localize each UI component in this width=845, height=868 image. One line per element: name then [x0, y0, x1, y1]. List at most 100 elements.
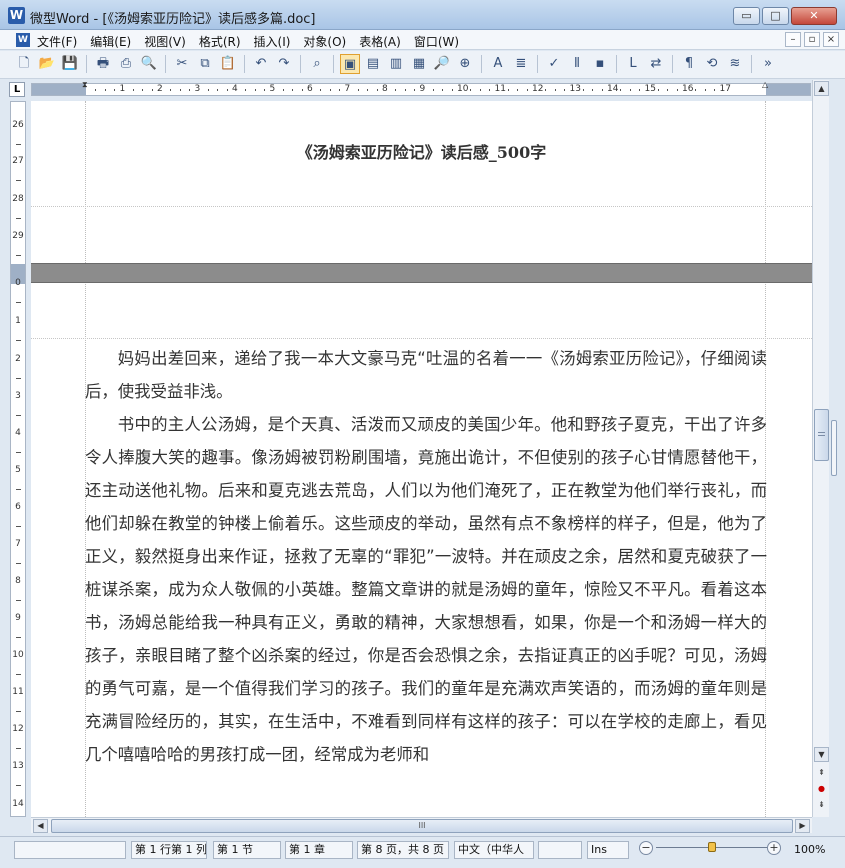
scroll-down-arrow[interactable]: ▼ — [814, 747, 829, 762]
ruler-number: 10 — [457, 84, 469, 94]
menu-items: 文件(F) 编辑(E) 视图(V) 格式(R) 插入(I) 对象(O) 表格(A… — [37, 33, 459, 50]
save-icon[interactable]: 💾 — [60, 54, 80, 74]
print-preview-icon[interactable]: 🔍 — [139, 54, 159, 74]
ruler-number: 2 — [157, 84, 163, 94]
ruler-number: 5 — [15, 465, 21, 475]
paragraph-mark-icon[interactable]: ¶ — [679, 54, 699, 74]
ruler-tick — [114, 89, 116, 91]
menu-file[interactable]: 文件(F) — [37, 33, 77, 50]
copy-icon[interactable]: ⧉ — [195, 54, 215, 74]
ruler-tick — [629, 89, 631, 91]
split-handle[interactable] — [831, 420, 837, 476]
ruler-number: 6 — [15, 502, 21, 512]
new-icon[interactable]: 🗋 — [14, 54, 34, 74]
scroll-left-arrow[interactable]: ◀ — [33, 819, 48, 833]
window-controls: ▭ □ ✕ — [733, 7, 837, 25]
menu-table[interactable]: 表格(A) — [359, 33, 401, 50]
zoom-in-button[interactable]: + — [767, 841, 781, 855]
vertical-scrollbar[interactable]: ▲ ▼ ⇞ ● ⇟ — [812, 80, 829, 817]
view-web-icon[interactable]: ▤ — [363, 54, 383, 74]
ruler-tick — [16, 255, 21, 256]
doc-close-button[interactable]: × — [823, 32, 839, 47]
spell-check-icon[interactable]: ✓ — [544, 54, 564, 74]
ruler-tick — [507, 89, 509, 91]
menu-object[interactable]: 对象(O) — [303, 33, 346, 50]
menu-insert[interactable]: 插入(I) — [254, 33, 291, 50]
replace-icon[interactable]: ⇄ — [646, 54, 666, 74]
paragraph[interactable]: 妈妈出差回来，递给了我一本大文豪马克“吐温的名着一一《汤姆索亚历险记》，仔细阅读… — [85, 342, 767, 408]
ruler-number: 4 — [15, 428, 21, 438]
more-icon[interactable]: » — [758, 54, 778, 74]
ruler-tick — [16, 489, 21, 490]
close-button[interactable]: ✕ — [791, 7, 837, 25]
ruler-tick — [404, 89, 406, 91]
cut-icon[interactable]: ✂ — [172, 54, 192, 74]
text-boundary-top — [31, 338, 812, 339]
paragraph[interactable]: 书中的主人公汤姆，是个天真、活泼而又顽皮的美国少年。他和野孩子夏克，干出了许多令… — [85, 408, 767, 771]
menu-edit[interactable]: 编辑(E) — [90, 33, 131, 50]
document-body[interactable]: 妈妈出差回来，递给了我一本大文豪马克“吐温的名着一一《汤姆索亚历险记》，仔细阅读… — [85, 342, 767, 771]
scroll-up-arrow[interactable]: ▲ — [814, 81, 829, 96]
menu-window[interactable]: 窗口(W) — [414, 33, 459, 50]
shadow-icon[interactable]: ▪ — [590, 54, 610, 74]
menu-format[interactable]: 格式(R) — [199, 33, 241, 50]
ruler-tick — [264, 89, 266, 91]
scroll-right-arrow[interactable]: ▶ — [795, 819, 810, 833]
horizontal-scrollbar[interactable]: ◀ III ▶ — [31, 817, 812, 833]
toolbar-separator — [244, 55, 245, 73]
horizontal-scroll-thumb[interactable]: III — [51, 819, 793, 833]
find-icon[interactable]: ⌕ — [307, 54, 327, 74]
ruler-tick — [16, 218, 21, 219]
zoom-slider-knob[interactable] — [708, 842, 716, 852]
document-area[interactable]: 《汤姆索亚历险记》读后感_500字 妈妈出差回来，递给了我一本大文豪马克“吐温的… — [31, 101, 812, 817]
pdf-icon[interactable]: ⎙ — [116, 54, 136, 74]
menu-view[interactable]: 视图(V) — [144, 33, 186, 50]
ruler-tick — [16, 452, 21, 453]
previous-page-button[interactable]: ⇞ — [815, 766, 828, 779]
border-icon[interactable]: L — [623, 54, 643, 74]
redo-icon[interactable]: ↷ — [274, 54, 294, 74]
clear-format-icon[interactable]: ≋ — [725, 54, 745, 74]
status-insert-mode[interactable]: Ins — [587, 841, 629, 859]
scroll-thumb[interactable] — [814, 409, 829, 461]
open-icon[interactable]: 📂 — [37, 54, 57, 74]
doc-minimize-button[interactable]: – — [785, 32, 801, 47]
ruler-tick — [451, 89, 453, 91]
ruler-tick — [357, 89, 359, 91]
undo-icon[interactable]: ↶ — [251, 54, 271, 74]
columns-icon[interactable]: ⫴ — [567, 54, 587, 74]
ruler-tick — [16, 785, 21, 786]
toolbar-separator — [333, 55, 334, 73]
ruler-tick — [601, 89, 603, 91]
print-icon[interactable]: 🖶 — [93, 54, 113, 74]
ruler-tick — [104, 89, 106, 91]
first-line-indent-marker[interactable]: ⧗ — [82, 81, 90, 89]
zoom-out-button[interactable]: − — [639, 841, 653, 855]
paste-icon[interactable]: 📋 — [218, 54, 238, 74]
ruler-number: 3 — [15, 391, 21, 401]
zoom-icon[interactable]: 🔎 — [432, 54, 452, 74]
ruler-number: 17 — [719, 84, 731, 94]
ruler-number: 7 — [15, 539, 21, 549]
vertical-ruler[interactable]: 26 27 28 29 0 1 2 3 4 5 6 7 8 9 10 11 12 13 14 — [10, 101, 26, 817]
doc-restore-button[interactable]: ▫ — [804, 32, 820, 47]
next-page-button[interactable]: ⇟ — [815, 798, 828, 811]
tab-selector[interactable]: L — [9, 82, 25, 97]
ruler-tick — [442, 89, 444, 91]
minimize-button[interactable]: ▭ — [733, 7, 760, 25]
ruler-number: 2 — [15, 354, 21, 364]
zoom-page-icon[interactable]: ⊕ — [455, 54, 475, 74]
horizontal-ruler[interactable]: 1 2 3 4 5 6 7 8 9 10 11 12 13 14 15 16 17 ⧗ △ — [31, 81, 811, 96]
view-draft-icon[interactable]: ▦ — [409, 54, 429, 74]
word-count-icon[interactable]: ≣ — [511, 54, 531, 74]
format-painter-icon[interactable]: ⟲ — [702, 54, 722, 74]
right-indent-marker[interactable]: △ — [762, 81, 770, 89]
ruler-number: 13 — [569, 84, 581, 94]
maximize-button[interactable]: □ — [762, 7, 789, 25]
toolbar-separator — [672, 55, 673, 73]
view-outline-icon[interactable]: ▥ — [386, 54, 406, 74]
font-color-icon[interactable]: A — [488, 54, 508, 74]
select-browse-object-button[interactable]: ● — [815, 782, 828, 795]
view-page-icon[interactable]: ▣ — [340, 54, 360, 74]
document-icon[interactable]: W — [16, 33, 30, 47]
